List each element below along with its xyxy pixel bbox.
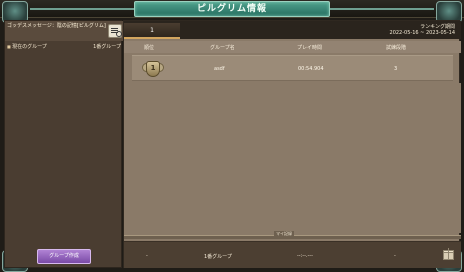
column-header-group-name: グループ名	[210, 45, 235, 51]
message-list-icon[interactable]	[108, 24, 122, 38]
current-group-row: 現在のグループ 1番グループ	[5, 42, 123, 52]
table-row[interactable]: 1 asdf 00:54.904 3	[132, 55, 453, 81]
column-header-play-time: プレイ時間	[297, 45, 323, 51]
table-header: 順位 グループ名 プレイ時間 試練段階	[124, 41, 461, 53]
my-record-row: - 1番グループ --:--.--- -	[124, 241, 461, 268]
ranking-period-label: ランキング期間	[420, 24, 455, 30]
current-group-label: 現在のグループ	[7, 43, 47, 50]
goddess-message-row: ゴッデスメッセージ：陰の記憶[ピルグリム]	[5, 21, 123, 41]
create-group-button[interactable]: グループ作成	[37, 249, 91, 264]
ranking-panel: 1 ランキング期間 2022-05-16 ~ 2023-05-14 順位 グルー…	[123, 20, 461, 268]
goddess-message: ゴッデスメッセージ：陰の記憶[ピルグリム]	[7, 23, 106, 29]
my-play-time: --:--.---	[297, 253, 313, 259]
rank-number: 1	[150, 64, 156, 72]
title-bar: ピルグリム情報	[0, 0, 464, 18]
left-panel: ゴッデスメッセージ：陰の記憶[ピルグリム] 現在のグループ 1番グループ グルー…	[4, 20, 123, 268]
my-group-name: 1番グループ	[204, 254, 232, 260]
title-flourish-left	[30, 8, 134, 10]
my-trial-stage: -	[394, 253, 396, 259]
play-time-cell: 00:54.904	[298, 66, 324, 72]
rank-badge-icon: 1	[142, 58, 164, 80]
pilgrim-info-window: ピルグリム情報 ゴッデスメッセージ：陰の記憶[ピルグリム] 現在のグループ 1番…	[0, 0, 464, 272]
trial-stage-cell: 3	[394, 66, 398, 72]
my-rank: -	[146, 253, 148, 259]
window-title: ピルグリム情報	[196, 4, 267, 14]
gift-ribbon	[448, 248, 449, 260]
tab-group-1[interactable]: 1	[124, 23, 180, 39]
current-group-value: 1番グループ	[93, 44, 121, 50]
column-header-rank: 順位	[144, 45, 155, 51]
group-name-cell: asdf	[214, 66, 225, 72]
tab-strip: 1 ランキング期間 2022-05-16 ~ 2023-05-14	[124, 21, 461, 39]
ranking-period-dates: 2022-05-16 ~ 2023-05-14	[389, 30, 455, 36]
gift-icon[interactable]	[443, 248, 454, 260]
column-header-trial-stage: 試練段階	[386, 45, 407, 51]
ranking-list-empty-area	[124, 83, 461, 233]
my-record-label: マイ記録	[274, 231, 294, 237]
title-flourish-right	[330, 8, 434, 10]
